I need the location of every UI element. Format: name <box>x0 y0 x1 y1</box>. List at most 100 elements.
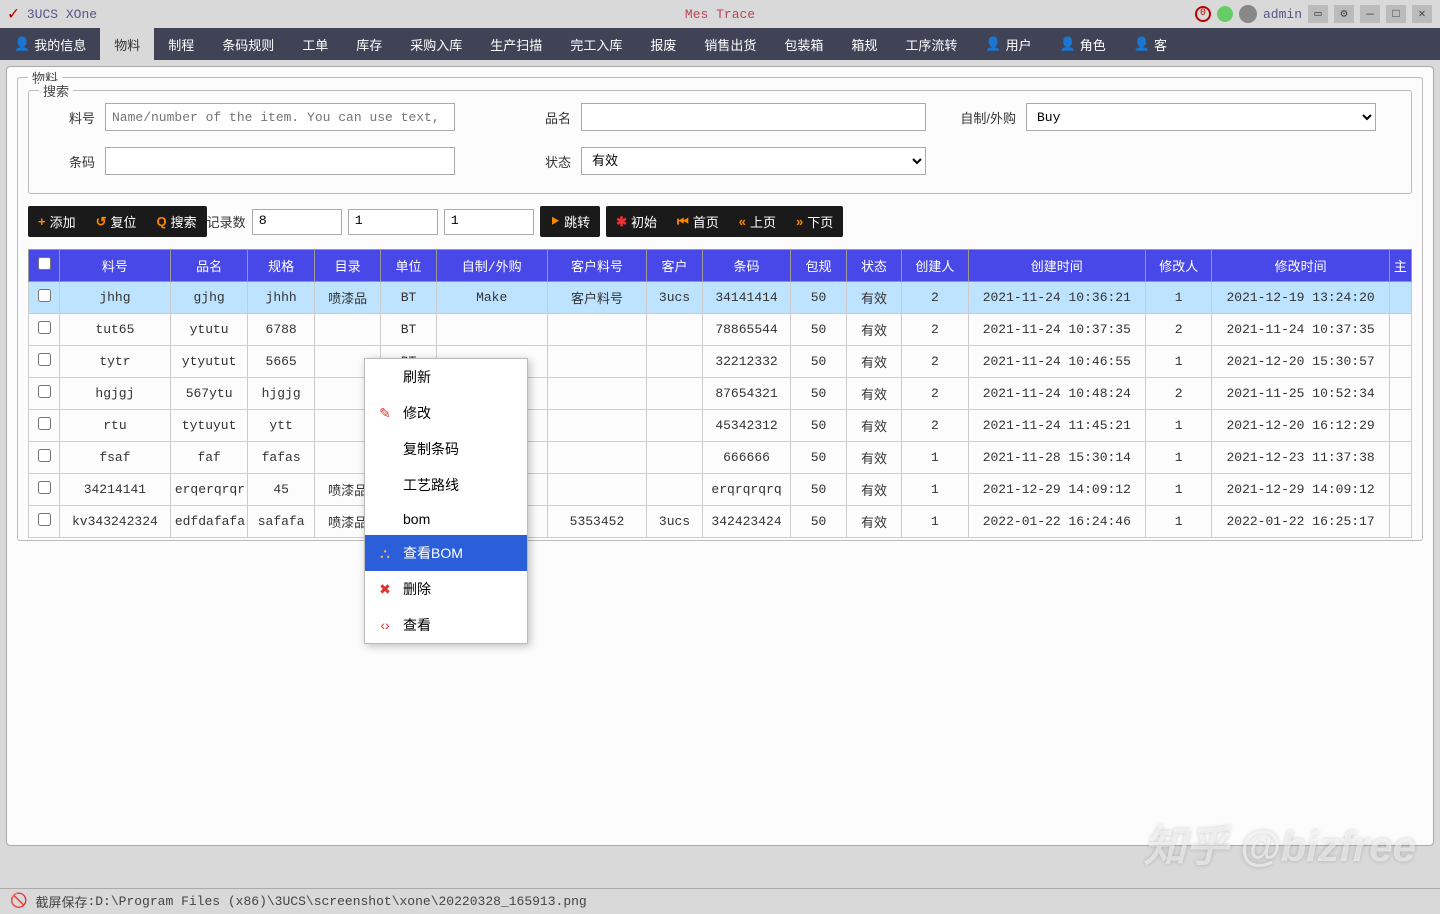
make-buy-select[interactable]: Buy <box>1026 103 1376 131</box>
context-menu-item-4[interactable]: bom <box>365 503 527 535</box>
context-menu-item-6[interactable]: ✖删除 <box>365 571 527 607</box>
row-checkbox[interactable] <box>38 385 51 398</box>
menu-item-8[interactable]: 完工入库 <box>556 28 636 60</box>
row-checkbox[interactable] <box>38 481 51 494</box>
menu-item-1[interactable]: 物料 <box>100 28 154 60</box>
menu-label: 客 <box>1154 35 1167 54</box>
first-icon: ⏮ <box>677 214 689 230</box>
window-settings-button[interactable]: ⚙ <box>1334 5 1354 23</box>
table-header-1[interactable]: 料号 <box>60 250 171 282</box>
barcode-input[interactable] <box>105 147 455 175</box>
row-checkbox[interactable] <box>38 321 51 334</box>
cell: 50 <box>791 442 846 474</box>
part-name-input[interactable] <box>581 103 926 131</box>
jump-button[interactable]: ⯈跳转 <box>540 206 600 237</box>
table-header-12[interactable]: 创建人 <box>902 250 968 282</box>
table-header-14[interactable]: 修改人 <box>1145 250 1211 282</box>
cell <box>1389 346 1411 378</box>
context-menu-label: 查看 <box>403 615 431 635</box>
row-checkbox[interactable] <box>38 289 51 302</box>
cell: rtu <box>60 410 171 442</box>
menu-item-3[interactable]: 条码规则 <box>208 28 288 60</box>
menu-item-14[interactable]: 👤用户 <box>971 28 1045 60</box>
table-header-6[interactable]: 自制/外购 <box>436 250 547 282</box>
table-header-13[interactable]: 创建时间 <box>968 250 1145 282</box>
menu-item-12[interactable]: 箱规 <box>837 28 891 60</box>
table-header-4[interactable]: 目录 <box>314 250 380 282</box>
make-buy-label: 自制/外购 <box>936 108 1016 127</box>
notification-count-badge[interactable]: 0 <box>1195 6 1211 22</box>
context-menu-item-1[interactable]: ✎修改 <box>365 395 527 431</box>
first-page-button[interactable]: ⏮首页 <box>667 206 729 237</box>
table-row[interactable]: tytrytyutut5665BT3221233250有效22021-11-24… <box>29 346 1412 378</box>
context-menu-item-3[interactable]: 工艺路线 <box>365 467 527 503</box>
page-b-input[interactable] <box>444 209 534 235</box>
cell: 50 <box>791 282 846 314</box>
user-avatar-icon[interactable] <box>1239 5 1257 23</box>
menu-item-6[interactable]: 采购入库 <box>396 28 476 60</box>
table-header-3[interactable]: 规格 <box>248 250 314 282</box>
window-close-button[interactable]: ✕ <box>1412 5 1432 23</box>
cell: ytutu <box>170 314 248 346</box>
row-checkbox[interactable] <box>38 513 51 526</box>
table-header-15[interactable]: 修改时间 <box>1212 250 1389 282</box>
menu-item-16[interactable]: 👤客 <box>1120 28 1181 60</box>
table-header-10[interactable]: 包规 <box>791 250 846 282</box>
context-menu-item-7[interactable]: ‹›查看 <box>365 607 527 643</box>
select-all-checkbox[interactable] <box>38 257 51 270</box>
table-header-5[interactable]: 单位 <box>381 250 436 282</box>
jump-icon: ⯈ <box>550 214 560 230</box>
menu-item-0[interactable]: 👤我的信息 <box>0 28 100 60</box>
table-header-9[interactable]: 条码 <box>702 250 791 282</box>
menu-item-5[interactable]: 库存 <box>342 28 396 60</box>
cell: 50 <box>791 314 846 346</box>
menu-item-4[interactable]: 工单 <box>288 28 342 60</box>
row-checkbox[interactable] <box>38 417 51 430</box>
menu-item-15[interactable]: 👤角色 <box>1046 28 1120 60</box>
row-checkbox[interactable] <box>38 353 51 366</box>
context-menu-item-2[interactable]: 复制条码 <box>365 431 527 467</box>
window-restore-button[interactable]: ▭ <box>1308 5 1328 23</box>
cell: tut65 <box>60 314 171 346</box>
row-checkbox[interactable] <box>38 449 51 462</box>
next-page-button[interactable]: »下页 <box>786 206 843 237</box>
cell: 2021-12-19 13:24:20 <box>1212 282 1389 314</box>
window-maximize-button[interactable]: □ <box>1386 5 1406 23</box>
page-a-input[interactable] <box>348 209 438 235</box>
table-row[interactable]: tut65ytutu6788BT7886554450有效22021-11-24 … <box>29 314 1412 346</box>
menu-item-2[interactable]: 制程 <box>154 28 208 60</box>
menu-item-7[interactable]: 生产扫描 <box>476 28 556 60</box>
table-header-8[interactable]: 客户 <box>647 250 702 282</box>
reset-button[interactable]: ↺复位 <box>86 206 147 237</box>
table-row[interactable]: 34214141erqerqrqr45喷漆品BTerqrqrqrq50有效120… <box>29 474 1412 506</box>
prev-page-button[interactable]: «上页 <box>729 206 786 237</box>
menu-item-10[interactable]: 销售出货 <box>690 28 770 60</box>
window-minimize-button[interactable]: — <box>1360 5 1380 23</box>
table-row[interactable]: rtutytuyutyttBT4534231250有效22021-11-24 1… <box>29 410 1412 442</box>
menu-item-9[interactable]: 报废 <box>636 28 690 60</box>
cell: 666666 <box>702 442 791 474</box>
table-header-11[interactable]: 状态 <box>846 250 901 282</box>
table-row[interactable]: jhhggjhgjhhh喷漆品BTMake客户料号3ucs3414141450有… <box>29 282 1412 314</box>
table-row[interactable]: hgjgj567ytuhjgjgBT8765432150有效22021-11-2… <box>29 378 1412 410</box>
add-button[interactable]: +添加 <box>28 206 86 237</box>
cell: 2 <box>902 378 968 410</box>
menu-item-13[interactable]: 工序流转 <box>891 28 971 60</box>
context-menu-item-5[interactable]: ⛬查看BOM <box>365 535 527 571</box>
material-fieldset: 物料 搜索 料号 品名 自制/外购 Buy 条码 状态 有效 <box>17 77 1423 541</box>
state-select[interactable]: 有效 <box>581 147 926 175</box>
part-no-input[interactable] <box>105 103 455 131</box>
reset-icon: ↺ <box>96 214 107 230</box>
table-header-16[interactable]: 主 <box>1389 250 1411 282</box>
context-menu-item-0[interactable]: 刷新 <box>365 359 527 395</box>
menu-item-11[interactable]: 包装箱 <box>770 28 837 60</box>
records-count-input[interactable] <box>252 209 342 235</box>
table-header-0[interactable] <box>29 250 60 282</box>
table-header-2[interactable]: 品名 <box>170 250 248 282</box>
cell: 567ytu <box>170 378 248 410</box>
table-header-7[interactable]: 客户料号 <box>547 250 647 282</box>
init-button[interactable]: ✱初始 <box>606 206 667 237</box>
search-button[interactable]: Q搜索 <box>147 206 207 237</box>
table-row[interactable]: fsaffaffafasBT66666650有效12021-11-28 15:3… <box>29 442 1412 474</box>
table-row[interactable]: kv343242324edfdafafasafafa喷漆品BT53534523u… <box>29 506 1412 538</box>
